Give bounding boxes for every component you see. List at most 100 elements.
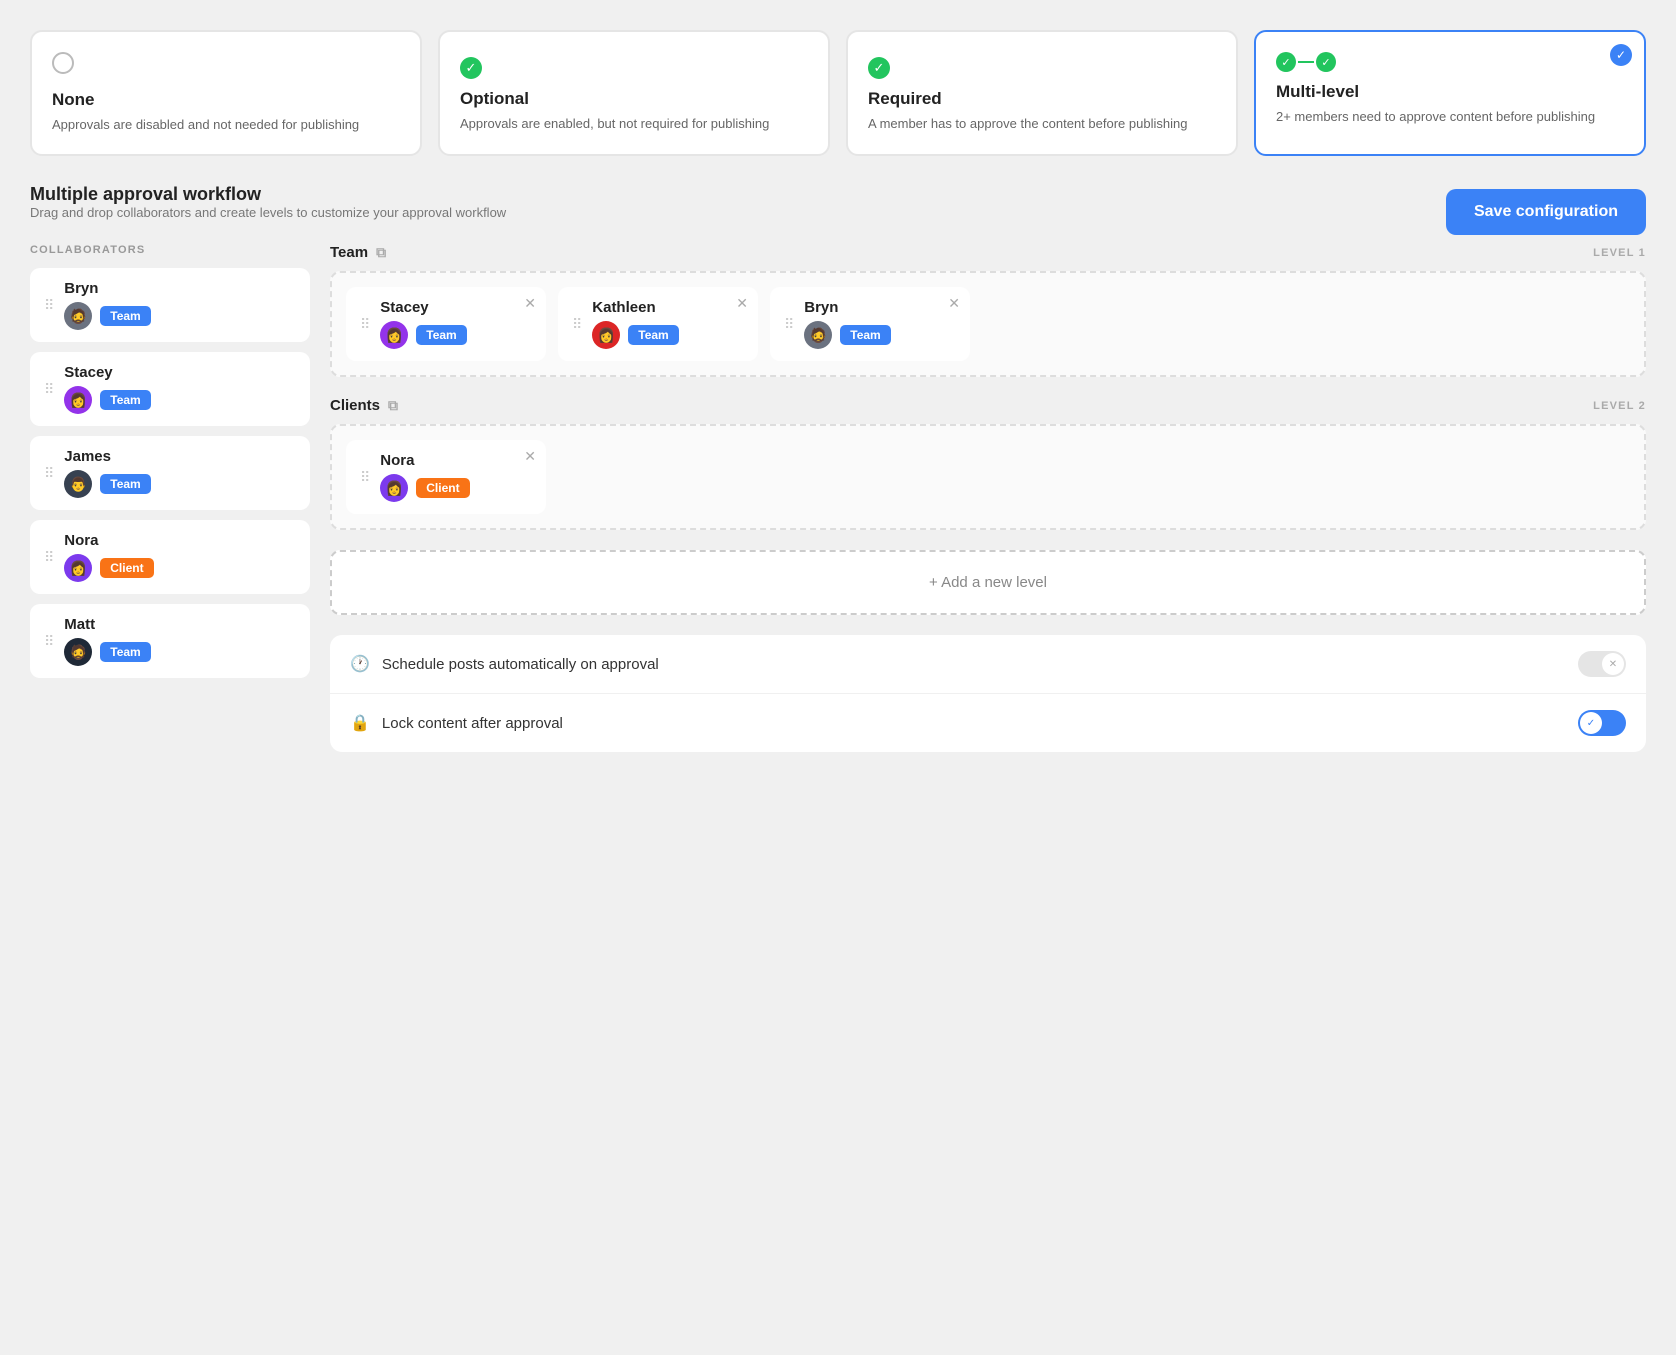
copy-icon-level2[interactable]: ⧉ (388, 397, 398, 414)
stacey-level1-badge: Team (416, 325, 466, 345)
stacey-level1-name: Stacey (380, 299, 466, 316)
drag-handle-matt[interactable]: ⠿ (44, 633, 54, 650)
level-1-label: LEVEL 1 (1593, 247, 1646, 259)
multilevel-desc: 2+ members need to approve content befor… (1276, 108, 1624, 126)
collaborator-stacey[interactable]: ⠿ Stacey 👩 Team (30, 352, 310, 426)
level-2-label: LEVEL 2 (1593, 400, 1646, 412)
schedule-label: Schedule posts automatically on approval (382, 656, 659, 673)
main-layout: COLLABORATORS ⠿ Bryn 🧔 Team ⠿ Stacey 👩 T… (30, 244, 1646, 752)
approval-card-required[interactable]: ✓ Required A member has to approve the c… (846, 30, 1238, 156)
matt-name: Matt (64, 616, 150, 633)
member-card-kathleen-level1[interactable]: ⠿ Kathleen 👩 Team ✕ (558, 287, 758, 361)
collaborator-matt[interactable]: ⠿ Matt 🧔 Team (30, 604, 310, 678)
james-badge: Team (100, 474, 150, 494)
nora-level2-name: Nora (380, 452, 469, 469)
stacey-avatar: 👩 (64, 386, 92, 414)
required-desc: A member has to approve the content befo… (868, 115, 1216, 133)
multilevel-icon: ✓ ✓ ✓ (1276, 52, 1624, 72)
multilevel-title: Multi-level (1276, 82, 1624, 102)
matt-avatar: 🧔 (64, 638, 92, 666)
stacey-level1-avatar: 👩 (380, 321, 408, 349)
drag-stacey-level1[interactable]: ⠿ (360, 316, 370, 333)
james-info: James 👨 Team (64, 448, 150, 498)
workflow-header: Multiple approval workflow Drag and drop… (30, 184, 1646, 240)
bryn-name: Bryn (64, 280, 150, 297)
drag-handle-bryn[interactable]: ⠿ (44, 297, 54, 314)
required-icon: ✓ (868, 52, 1216, 79)
member-card-bryn-level1[interactable]: ⠿ Bryn 🧔 Team ✕ (770, 287, 970, 361)
collaborators-panel: COLLABORATORS ⠿ Bryn 🧔 Team ⠿ Stacey 👩 T… (30, 244, 310, 752)
nora-info: Nora 👩 Client (64, 532, 153, 582)
required-title: Required (868, 89, 1216, 109)
drag-handle-stacey[interactable]: ⠿ (44, 381, 54, 398)
remove-bryn-level1-button[interactable]: ✕ (948, 295, 960, 312)
kathleen-level1-badge: Team (628, 325, 678, 345)
toggles-section: 🕐 Schedule posts automatically on approv… (330, 635, 1646, 752)
kathleen-level1-name: Kathleen (592, 299, 678, 316)
drag-bryn-level1[interactable]: ⠿ (784, 316, 794, 333)
approval-type-selector: None Approvals are disabled and not need… (30, 30, 1646, 156)
levels-panel: Team ⧉ LEVEL 1 ⠿ Stacey 👩 Team (330, 244, 1646, 752)
drag-handle-nora[interactable]: ⠿ (44, 549, 54, 566)
collaborator-nora[interactable]: ⠿ Nora 👩 Client (30, 520, 310, 594)
collaborators-label: COLLABORATORS (30, 244, 310, 256)
james-avatar: 👨 (64, 470, 92, 498)
remove-nora-level2-button[interactable]: ✕ (524, 448, 536, 465)
schedule-toggle[interactable]: ✕ (1578, 651, 1626, 677)
workflow-title: Multiple approval workflow (30, 184, 506, 205)
member-card-nora-level2[interactable]: ⠿ Nora 👩 Client ✕ (346, 440, 546, 514)
level-2-drop-area[interactable]: ⠿ Nora 👩 Client ✕ (330, 424, 1646, 530)
schedule-toggle-knob: ✕ (1602, 653, 1624, 675)
drag-nora-level2[interactable]: ⠿ (360, 469, 370, 486)
collaborator-bryn[interactable]: ⠿ Bryn 🧔 Team (30, 268, 310, 342)
nora-avatar: 👩 (64, 554, 92, 582)
lock-icon: 🔒 (350, 713, 370, 733)
bryn-level1-badge: Team (840, 325, 890, 345)
add-new-level-button[interactable]: + Add a new level (330, 550, 1646, 615)
selected-checkmark: ✓ (1610, 44, 1632, 66)
remove-kathleen-level1-button[interactable]: ✕ (736, 295, 748, 312)
none-icon (52, 52, 400, 80)
level-1-header: Team ⧉ LEVEL 1 (330, 244, 1646, 261)
stacey-info: Stacey 👩 Team (64, 364, 150, 414)
workflow-title-block: Multiple approval workflow Drag and drop… (30, 184, 506, 240)
member-card-stacey-level1[interactable]: ⠿ Stacey 👩 Team ✕ (346, 287, 546, 361)
none-title: None (52, 90, 400, 110)
remove-stacey-level1-button[interactable]: ✕ (524, 295, 536, 312)
save-configuration-button[interactable]: Save configuration (1446, 189, 1646, 235)
matt-info: Matt 🧔 Team (64, 616, 150, 666)
schedule-icon: 🕐 (350, 654, 370, 674)
nora-level2-badge: Client (416, 478, 469, 498)
none-desc: Approvals are disabled and not needed fo… (52, 116, 400, 134)
lock-toggle-row: 🔒 Lock content after approval ✓ (330, 694, 1646, 752)
matt-badge: Team (100, 642, 150, 662)
approval-card-none[interactable]: None Approvals are disabled and not need… (30, 30, 422, 156)
approval-card-multilevel[interactable]: ✓ ✓ ✓ Multi-level 2+ members need to app… (1254, 30, 1646, 156)
level-1-section: Team ⧉ LEVEL 1 ⠿ Stacey 👩 Team (330, 244, 1646, 377)
bryn-info: Bryn 🧔 Team (64, 280, 150, 330)
james-name: James (64, 448, 150, 465)
bryn-level1-avatar: 🧔 (804, 321, 832, 349)
copy-icon-level1[interactable]: ⧉ (376, 244, 386, 261)
approval-card-optional[interactable]: ✓ Optional Approvals are enabled, but no… (438, 30, 830, 156)
lock-label: Lock content after approval (382, 715, 563, 732)
optional-title: Optional (460, 89, 808, 109)
level-2-title: Clients (330, 397, 380, 414)
nora-level2-avatar: 👩 (380, 474, 408, 502)
schedule-toggle-row: 🕐 Schedule posts automatically on approv… (330, 635, 1646, 694)
level-2-header: Clients ⧉ LEVEL 2 (330, 397, 1646, 414)
drag-handle-james[interactable]: ⠿ (44, 465, 54, 482)
stacey-name: Stacey (64, 364, 150, 381)
nora-badge: Client (100, 558, 153, 578)
drag-kathleen-level1[interactable]: ⠿ (572, 316, 582, 333)
lock-toggle[interactable]: ✓ (1578, 710, 1626, 736)
bryn-level1-name: Bryn (804, 299, 890, 316)
level-1-title: Team (330, 244, 368, 261)
optional-icon: ✓ (460, 52, 808, 79)
level-1-drop-area[interactable]: ⠿ Stacey 👩 Team ✕ ⠿ Kathleen (330, 271, 1646, 377)
nora-name: Nora (64, 532, 153, 549)
bryn-avatar: 🧔 (64, 302, 92, 330)
level-2-section: Clients ⧉ LEVEL 2 ⠿ Nora 👩 Client (330, 397, 1646, 530)
bryn-badge: Team (100, 306, 150, 326)
collaborator-james[interactable]: ⠿ James 👨 Team (30, 436, 310, 510)
